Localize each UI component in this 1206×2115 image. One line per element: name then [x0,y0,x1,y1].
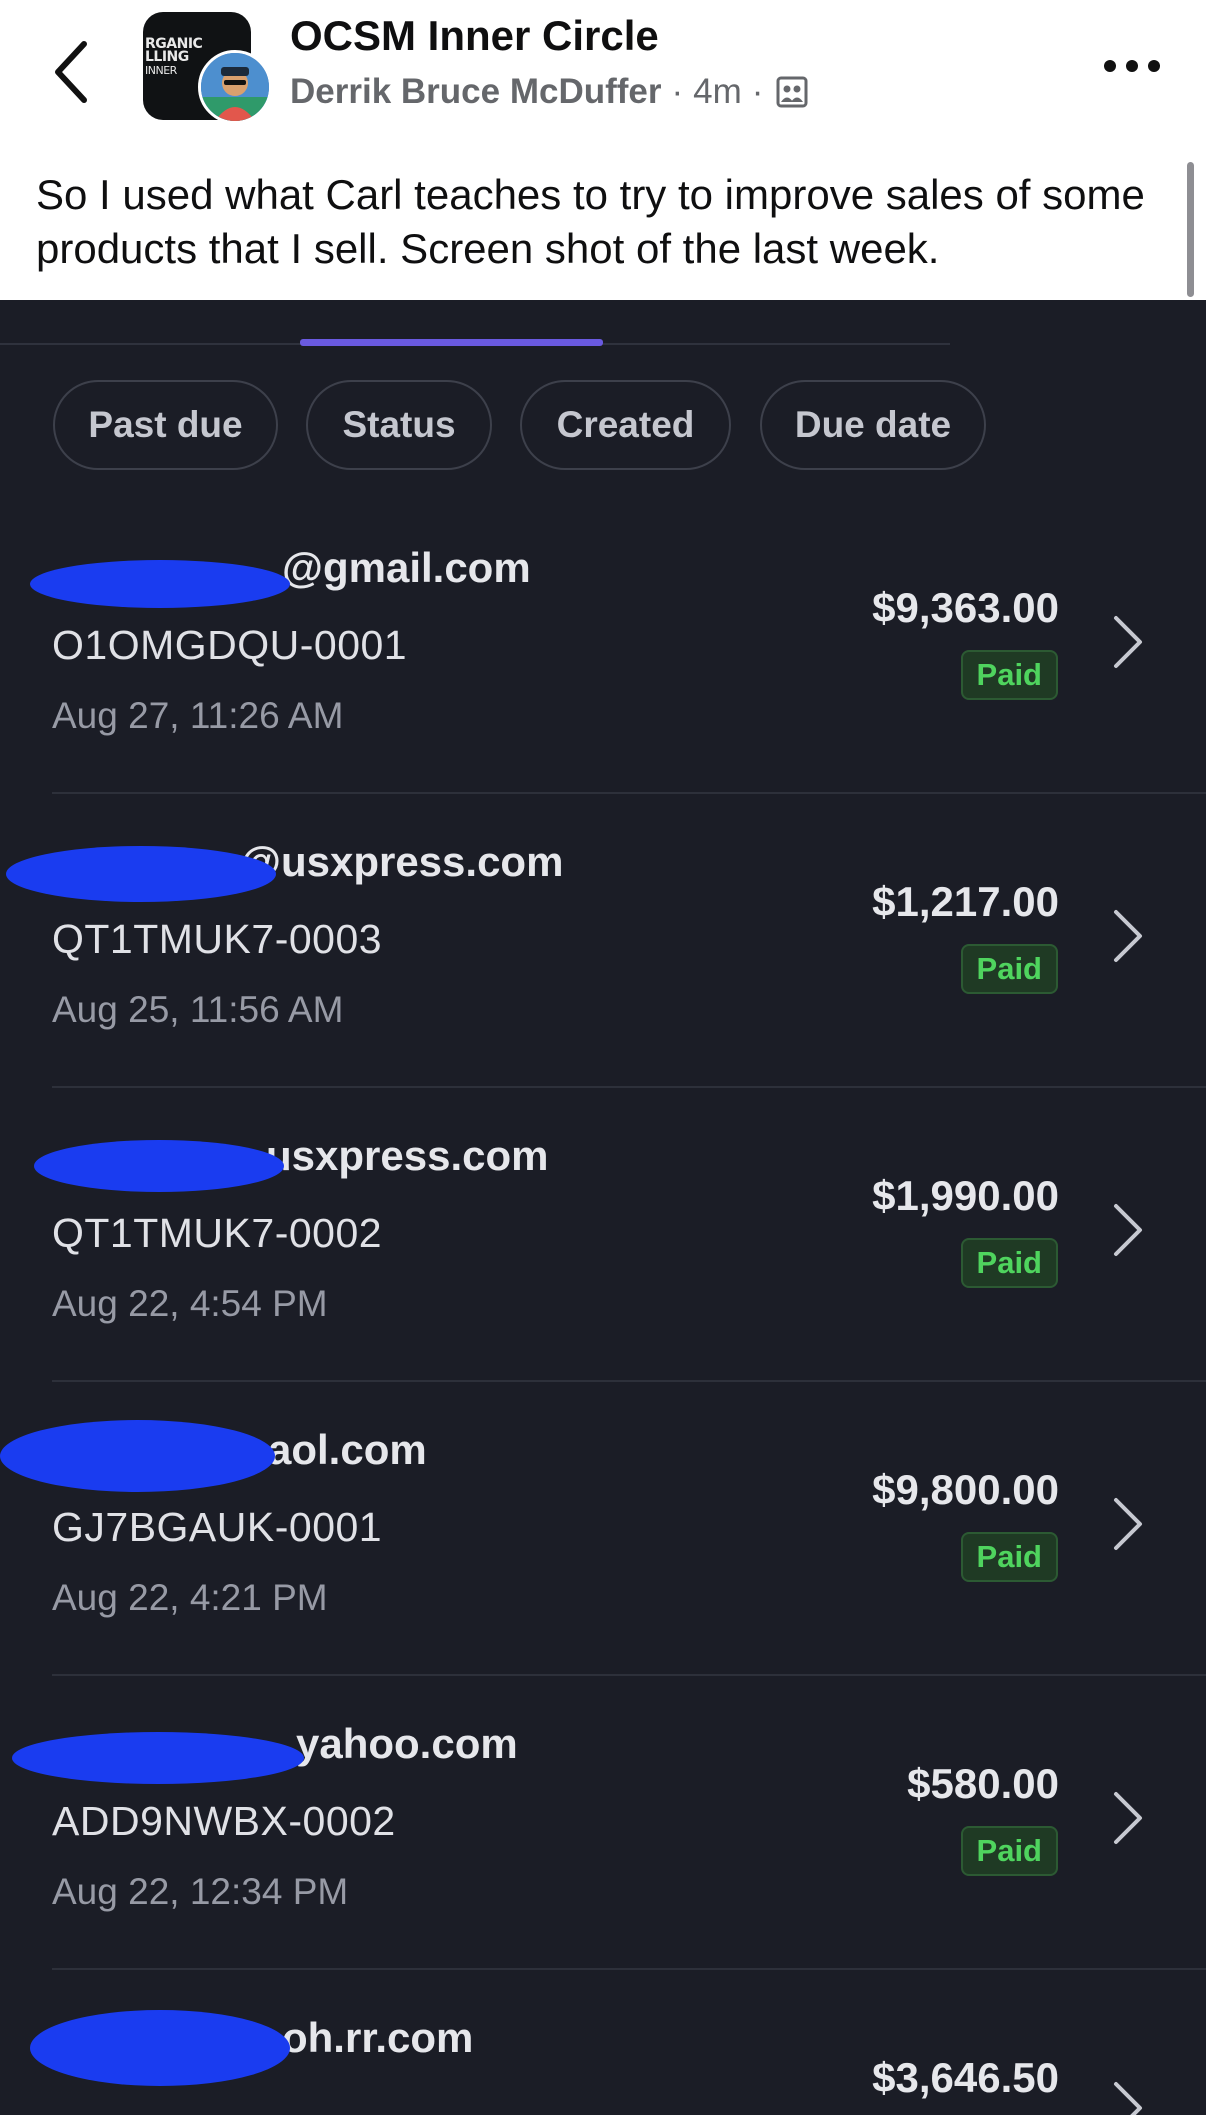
post-meta: Derrik Bruce McDuffer · 4m · [290,72,809,112]
filter-past-due[interactable]: Past due [53,380,278,470]
invoice-date: Aug 27, 11:26 AM [52,695,344,736]
status-badge: Paid [960,1826,1058,1876]
status-badge: Paid [960,944,1058,994]
invoice-email: @usxpress.com [240,838,564,885]
invoice-email: @gmail.com [282,544,531,591]
invoice-email: aol.com [268,1426,427,1473]
invoice-row[interactable]: @gmail.com O1OMGDQU-0001 Aug 27, 11:26 A… [0,500,1206,794]
post-author[interactable]: Derrik Bruce McDuffer [290,72,662,112]
redaction-mark [30,2010,290,2086]
status-badge: Paid [960,650,1058,700]
avatar-illustration [201,53,269,121]
invoice-date: Aug 22, 4:21 PM [52,1577,328,1618]
invoice-row[interactable]: yahoo.com ADD9NWBX-0002 Aug 22, 12:34 PM… [0,1676,1206,1970]
invoice-row[interactable]: aol.com GJ7BGAUK-0001 Aug 22, 4:21 PM $9… [0,1382,1206,1676]
redaction-mark [0,1420,275,1492]
filter-status[interactable]: Status [306,380,492,470]
invoice-amount: $580.00 [907,1760,1059,1807]
chevron-right-icon[interactable] [1110,2078,1146,2115]
status-badge: Paid [960,1238,1058,1288]
redaction-mark [6,846,276,902]
redaction-mark [34,1140,284,1192]
scrollbar[interactable] [1187,162,1194,297]
invoice-date: Aug 25, 11:56 AM [52,989,344,1030]
filter-due-date[interactable]: Due date [760,380,986,470]
meta-separator: · [671,72,684,111]
invoice-id: GJ7BGAUK-0001 [52,1504,383,1550]
tab-active-indicator [300,339,603,346]
invoice-id: QT1TMUK7-0002 [52,1210,383,1256]
status-badge: Paid [960,1532,1058,1582]
redaction-mark [30,560,290,608]
group-name[interactable]: OCSM Inner Circle [290,12,659,60]
invoice-amount: $9,363.00 [872,584,1059,631]
redaction-mark [12,1732,304,1784]
invoice-email: usxpress.com [266,1132,549,1179]
invoice-date: Aug 22, 12:34 PM [52,1871,349,1912]
post-time[interactable]: 4m [693,72,742,112]
post-text: So I used what Carl teaches to try to im… [36,171,1145,272]
user-avatar[interactable] [198,50,272,124]
invoice-row[interactable]: oh.rr.com $3,646.50 [0,1970,1206,2115]
chevron-right-icon[interactable] [1110,1200,1146,1260]
chevron-right-icon[interactable] [1110,612,1146,672]
invoice-email: yahoo.com [296,1720,518,1767]
invoice-id: QT1TMUK7-0003 [52,916,383,962]
invoice-row[interactable]: @usxpress.com QT1TMUK7-0003 Aug 25, 11:5… [0,794,1206,1088]
invoice-row[interactable]: usxpress.com QT1TMUK7-0002 Aug 22, 4:54 … [0,1088,1206,1382]
invoice-amount: $3,646.50 [872,2054,1059,2101]
back-icon[interactable] [44,36,100,108]
invoice-amount: $1,990.00 [872,1172,1059,1219]
chevron-right-icon[interactable] [1110,1788,1146,1848]
invoice-id: O1OMGDQU-0001 [52,622,408,668]
meta-separator: · [751,72,764,111]
invoice-email: oh.rr.com [282,2014,474,2061]
chevron-right-icon[interactable] [1110,906,1146,966]
filter-created[interactable]: Created [520,380,731,470]
invoice-amount: $1,217.00 [872,878,1059,925]
invoice-amount: $9,800.00 [872,1466,1059,1513]
post-header: RGANIC LLING INNER OCSM Inner Circle Der… [0,0,1206,300]
chevron-right-icon[interactable] [1110,1494,1146,1554]
invoice-date: Aug 22, 4:54 PM [52,1283,328,1324]
invoice-id: ADD9NWBX-0002 [52,1798,396,1844]
group-audience-icon [776,76,808,108]
more-horizontal-icon[interactable] [1100,56,1164,76]
